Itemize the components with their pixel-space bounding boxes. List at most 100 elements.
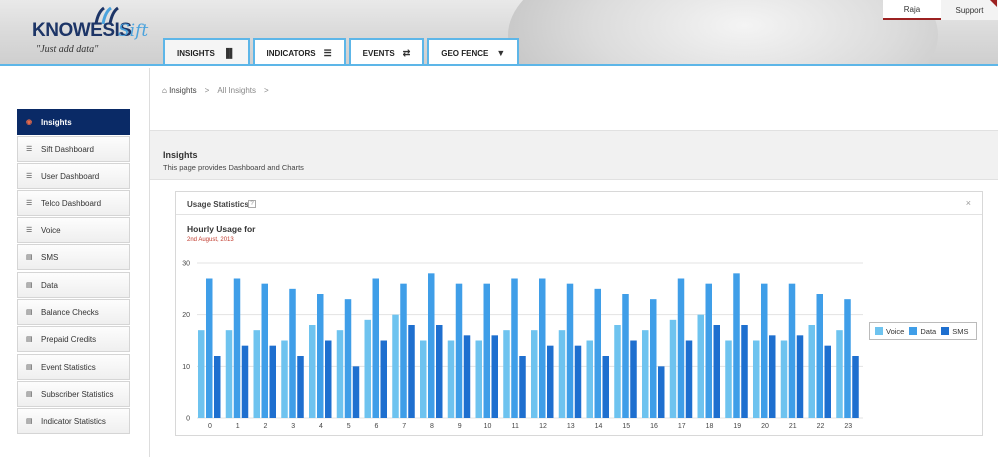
chart-title: Hourly Usage for	[187, 224, 256, 234]
tab-insights[interactable]: INSIGHTS ▐▌	[163, 38, 250, 64]
x-tick-label: 13	[567, 423, 575, 430]
bar-sms	[463, 335, 471, 418]
bar-data	[455, 283, 463, 418]
breadcrumb-current[interactable]: All Insights	[217, 86, 256, 95]
legend-item[interactable]: Voice	[875, 327, 904, 336]
sidebar-item-telco-dashboard[interactable]: ☰ Telco Dashboard	[17, 190, 130, 216]
sidebar-item-subscriber-statistics[interactable]: ▤ Subscriber Statistics	[17, 381, 130, 407]
legend-label: Voice	[886, 326, 905, 336]
breadcrumb-home[interactable]: ⌂ Insights	[162, 86, 197, 95]
bar-voice	[392, 314, 399, 418]
sidebar-item-sms[interactable]: ▤ SMS	[17, 244, 130, 270]
user-menu[interactable]: Raja	[883, 0, 941, 20]
bar-sms	[269, 345, 276, 418]
tab-label: EVENTS	[362, 48, 395, 58]
retweet-icon: ⇄	[402, 47, 411, 58]
globe-background	[508, 0, 938, 64]
bar-sms	[436, 325, 443, 418]
bar-voice	[225, 330, 233, 418]
x-tick-label: 10	[484, 423, 492, 430]
bar-sms	[658, 366, 665, 418]
y-tick-label: 0	[186, 416, 190, 423]
sidebar-item-prepaid-credits[interactable]: ▤ Prepaid Credits	[17, 326, 130, 352]
bar-voice	[725, 340, 732, 418]
x-tick-label: 8	[430, 423, 434, 430]
bar-data	[788, 283, 796, 418]
bar-data	[539, 278, 546, 418]
sidebar-item-label: Balance Checks	[41, 307, 99, 317]
bar-voice	[420, 340, 427, 418]
bar-voice	[697, 314, 704, 418]
panel-title: Usage Statistics	[187, 200, 249, 209]
panel-header: Usage Statistics ? ×	[176, 192, 982, 215]
sidebar-item-event-statistics[interactable]: ▤ Event Statistics	[17, 354, 130, 380]
sidebar-item-sift-dashboard[interactable]: ☰ Sift Dashboard	[17, 136, 130, 162]
sidebar-item-user-dashboard[interactable]: ☰ User Dashboard	[17, 163, 130, 189]
signal-bars-icon: ▐▌	[222, 48, 236, 58]
chart-icon: ▤	[26, 254, 33, 261]
bar-sms	[824, 345, 831, 418]
legend-swatch	[875, 327, 883, 335]
tab-events[interactable]: EVENTS ⇄	[348, 38, 425, 64]
bar-data	[622, 294, 629, 418]
bar-data	[428, 273, 435, 418]
chart-icon: ▤	[26, 364, 33, 371]
legend-item[interactable]: Data	[909, 327, 936, 336]
chart-icon: ▤	[26, 309, 33, 316]
chart-icon: ▤	[26, 418, 33, 425]
x-tick-label: 21	[789, 423, 797, 430]
sidebar-item-label: Event Statistics	[41, 362, 96, 372]
breadcrumb-separator: >	[264, 86, 269, 95]
list-icon: ☰	[26, 173, 33, 180]
bar-voice	[198, 330, 205, 418]
chart-icon: ▤	[26, 282, 33, 289]
chart-subtitle: 2nd August, 2013	[187, 237, 234, 243]
bar-sms	[630, 340, 637, 418]
bar-sms	[241, 345, 249, 418]
logo[interactable]: KNOWESIS Sift "Just add data"	[32, 6, 162, 60]
list-icon: ☰	[26, 227, 33, 234]
home-icon: ⌂	[162, 86, 167, 95]
breadcrumb-separator: >	[204, 86, 210, 95]
bar-data	[483, 283, 490, 418]
bar-voice	[836, 330, 843, 418]
bar-sms	[519, 356, 526, 418]
sidebar-item-label: Data	[41, 280, 58, 290]
sidebar-item-label: Indicator Statistics	[41, 416, 106, 426]
bar-voice	[753, 340, 760, 418]
bar-data	[400, 283, 407, 418]
bar-voice	[780, 340, 788, 418]
x-tick-label: 20	[761, 423, 769, 430]
page-header: Insights This page provides Dashboard an…	[150, 130, 998, 180]
bar-data	[261, 283, 268, 418]
sidebar-item-voice[interactable]: ☰ Voice	[17, 217, 130, 243]
legend-item[interactable]: SMS	[941, 327, 968, 336]
tab-label: GEO FENCE	[441, 48, 489, 58]
bar-data	[650, 299, 657, 418]
x-tick-label: 12	[539, 423, 547, 430]
usage-bar-chart: 01020300 1 2 3 4 5 6 7 8 9 10 11 12 13 14 15 16 17 18 19 20 2…	[182, 261, 863, 430]
sidebar-item-indicator-statistics[interactable]: ▤ Indicator Statistics	[17, 408, 130, 434]
bar-voice	[447, 340, 455, 418]
help-icon[interactable]: ?	[248, 200, 256, 208]
bar-data	[372, 278, 379, 418]
legend-swatch	[909, 327, 918, 335]
tab-geo-fence[interactable]: GEO FENCE ▼	[427, 38, 520, 64]
sidebar-item-balance-checks[interactable]: ▤ Balance Checks	[17, 299, 130, 325]
tab-indicators[interactable]: INDICATORS ☰	[252, 38, 346, 64]
bar-data	[733, 273, 740, 418]
y-tick-label: 30	[182, 261, 190, 268]
bar-voice	[336, 330, 344, 418]
bar-voice	[475, 340, 482, 418]
sidebar-item-insights[interactable]: ◉ Insights	[17, 109, 130, 135]
x-tick-label: 22	[817, 423, 825, 430]
bar-data	[206, 278, 213, 418]
bar-data	[816, 294, 823, 418]
x-tick-label: 1	[236, 423, 240, 430]
bar-data	[705, 283, 712, 418]
x-tick-label: 6	[375, 423, 379, 430]
bar-sms	[685, 340, 693, 418]
bar-voice	[503, 330, 510, 418]
sidebar-item-data[interactable]: ▤ Data	[17, 272, 130, 298]
close-icon[interactable]: ×	[966, 198, 971, 208]
